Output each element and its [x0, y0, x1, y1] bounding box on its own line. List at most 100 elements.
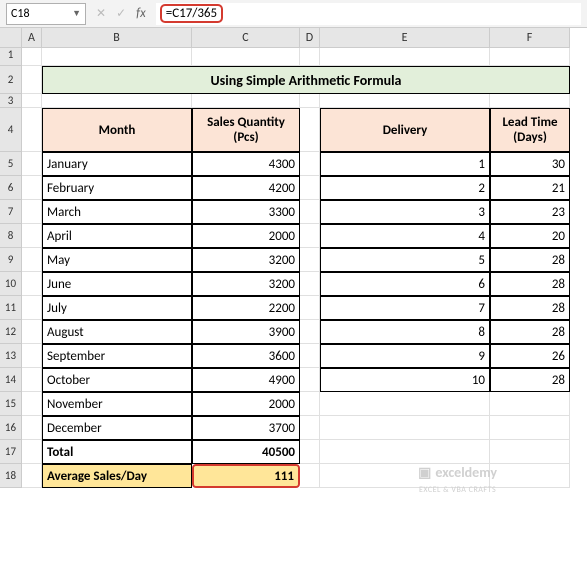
- cell[interactable]: [320, 440, 490, 464]
- row-header[interactable]: 16: [0, 416, 22, 440]
- delivery-cell[interactable]: 7: [320, 296, 490, 320]
- sales-cell[interactable]: 2200: [192, 296, 300, 320]
- month-cell[interactable]: August: [42, 320, 192, 344]
- cell[interactable]: [300, 108, 320, 152]
- cell[interactable]: [22, 48, 42, 66]
- month-cell[interactable]: May: [42, 248, 192, 272]
- sales-cell[interactable]: 4900: [192, 368, 300, 392]
- delivery-cell[interactable]: 4: [320, 224, 490, 248]
- lead-cell[interactable]: 30: [490, 152, 570, 176]
- row-header[interactable]: 12: [0, 320, 22, 344]
- month-cell[interactable]: March: [42, 200, 192, 224]
- col-header[interactable]: B: [42, 28, 192, 48]
- delivery-cell[interactable]: 10: [320, 368, 490, 392]
- cell[interactable]: [22, 440, 42, 464]
- total-value[interactable]: 40500: [192, 440, 300, 464]
- month-cell[interactable]: October: [42, 368, 192, 392]
- row-header[interactable]: 13: [0, 344, 22, 368]
- lead-cell[interactable]: 20: [490, 224, 570, 248]
- cell[interactable]: [22, 320, 42, 344]
- sales-cell[interactable]: 3200: [192, 272, 300, 296]
- cell[interactable]: [192, 48, 300, 66]
- cell[interactable]: [320, 94, 490, 108]
- col-header[interactable]: F: [490, 28, 570, 48]
- cell[interactable]: [22, 108, 42, 152]
- avg-value-cell[interactable]: 111: [192, 464, 300, 488]
- sales-cell[interactable]: 4300: [192, 152, 300, 176]
- header-delivery[interactable]: Delivery: [320, 108, 490, 152]
- delivery-cell[interactable]: 8: [320, 320, 490, 344]
- month-cell[interactable]: September: [42, 344, 192, 368]
- delivery-cell[interactable]: 9: [320, 344, 490, 368]
- delivery-cell[interactable]: 5: [320, 248, 490, 272]
- cell[interactable]: [300, 296, 320, 320]
- row-header[interactable]: 15: [0, 392, 22, 416]
- row-header[interactable]: 5: [0, 152, 22, 176]
- row-header[interactable]: 18: [0, 464, 22, 488]
- cell[interactable]: [300, 48, 320, 66]
- sales-cell[interactable]: 3900: [192, 320, 300, 344]
- cell[interactable]: [320, 48, 490, 66]
- month-cell[interactable]: December: [42, 416, 192, 440]
- cell[interactable]: [300, 368, 320, 392]
- lead-cell[interactable]: 28: [490, 368, 570, 392]
- row-header[interactable]: 4: [0, 108, 22, 152]
- row-header[interactable]: 17: [0, 440, 22, 464]
- cell[interactable]: [300, 176, 320, 200]
- col-header[interactable]: C: [192, 28, 300, 48]
- fx-icon[interactable]: fx: [136, 6, 146, 21]
- select-all-corner[interactable]: [0, 28, 22, 48]
- cell[interactable]: [490, 440, 570, 464]
- cell[interactable]: [42, 94, 192, 108]
- lead-cell[interactable]: 28: [490, 272, 570, 296]
- sales-cell[interactable]: 3200: [192, 248, 300, 272]
- confirm-icon[interactable]: ✓: [116, 6, 126, 21]
- cell[interactable]: [42, 48, 192, 66]
- row-header[interactable]: 1: [0, 48, 22, 66]
- header-month[interactable]: Month: [42, 108, 192, 152]
- cell[interactable]: [22, 176, 42, 200]
- sales-cell[interactable]: 2000: [192, 224, 300, 248]
- month-cell[interactable]: January: [42, 152, 192, 176]
- lead-cell[interactable]: 28: [490, 320, 570, 344]
- cell[interactable]: [22, 200, 42, 224]
- row-header[interactable]: 3: [0, 94, 22, 108]
- sales-cell[interactable]: 3600: [192, 344, 300, 368]
- cell[interactable]: [320, 392, 490, 416]
- cell[interactable]: [490, 94, 570, 108]
- col-header[interactable]: E: [320, 28, 490, 48]
- col-header[interactable]: D: [300, 28, 320, 48]
- cell[interactable]: [22, 152, 42, 176]
- row-header[interactable]: 8: [0, 224, 22, 248]
- cell[interactable]: [300, 272, 320, 296]
- cell[interactable]: [22, 224, 42, 248]
- cell[interactable]: [490, 392, 570, 416]
- cell[interactable]: [490, 48, 570, 66]
- lead-cell[interactable]: 26: [490, 344, 570, 368]
- chevron-down-icon[interactable]: ▼: [72, 8, 81, 19]
- month-cell[interactable]: November: [42, 392, 192, 416]
- cell[interactable]: [320, 416, 490, 440]
- row-header[interactable]: 10: [0, 272, 22, 296]
- cell[interactable]: [22, 464, 42, 488]
- cell[interactable]: [22, 296, 42, 320]
- cell[interactable]: [22, 248, 42, 272]
- delivery-cell[interactable]: 3: [320, 200, 490, 224]
- lead-cell[interactable]: 23: [490, 200, 570, 224]
- cell[interactable]: [490, 464, 570, 488]
- page-title[interactable]: Using Simple Arithmetic Formula: [42, 66, 570, 94]
- sales-cell[interactable]: 4200: [192, 176, 300, 200]
- month-cell[interactable]: July: [42, 296, 192, 320]
- cell[interactable]: [300, 200, 320, 224]
- header-lead[interactable]: Lead Time (Days): [490, 108, 570, 152]
- delivery-cell[interactable]: 2: [320, 176, 490, 200]
- cell[interactable]: [22, 344, 42, 368]
- cell[interactable]: [192, 94, 300, 108]
- row-header[interactable]: 6: [0, 176, 22, 200]
- cell[interactable]: [300, 152, 320, 176]
- lead-cell[interactable]: 28: [490, 248, 570, 272]
- cell[interactable]: [22, 392, 42, 416]
- cell[interactable]: [22, 66, 42, 94]
- cancel-icon[interactable]: ✕: [96, 6, 106, 21]
- cell[interactable]: [300, 248, 320, 272]
